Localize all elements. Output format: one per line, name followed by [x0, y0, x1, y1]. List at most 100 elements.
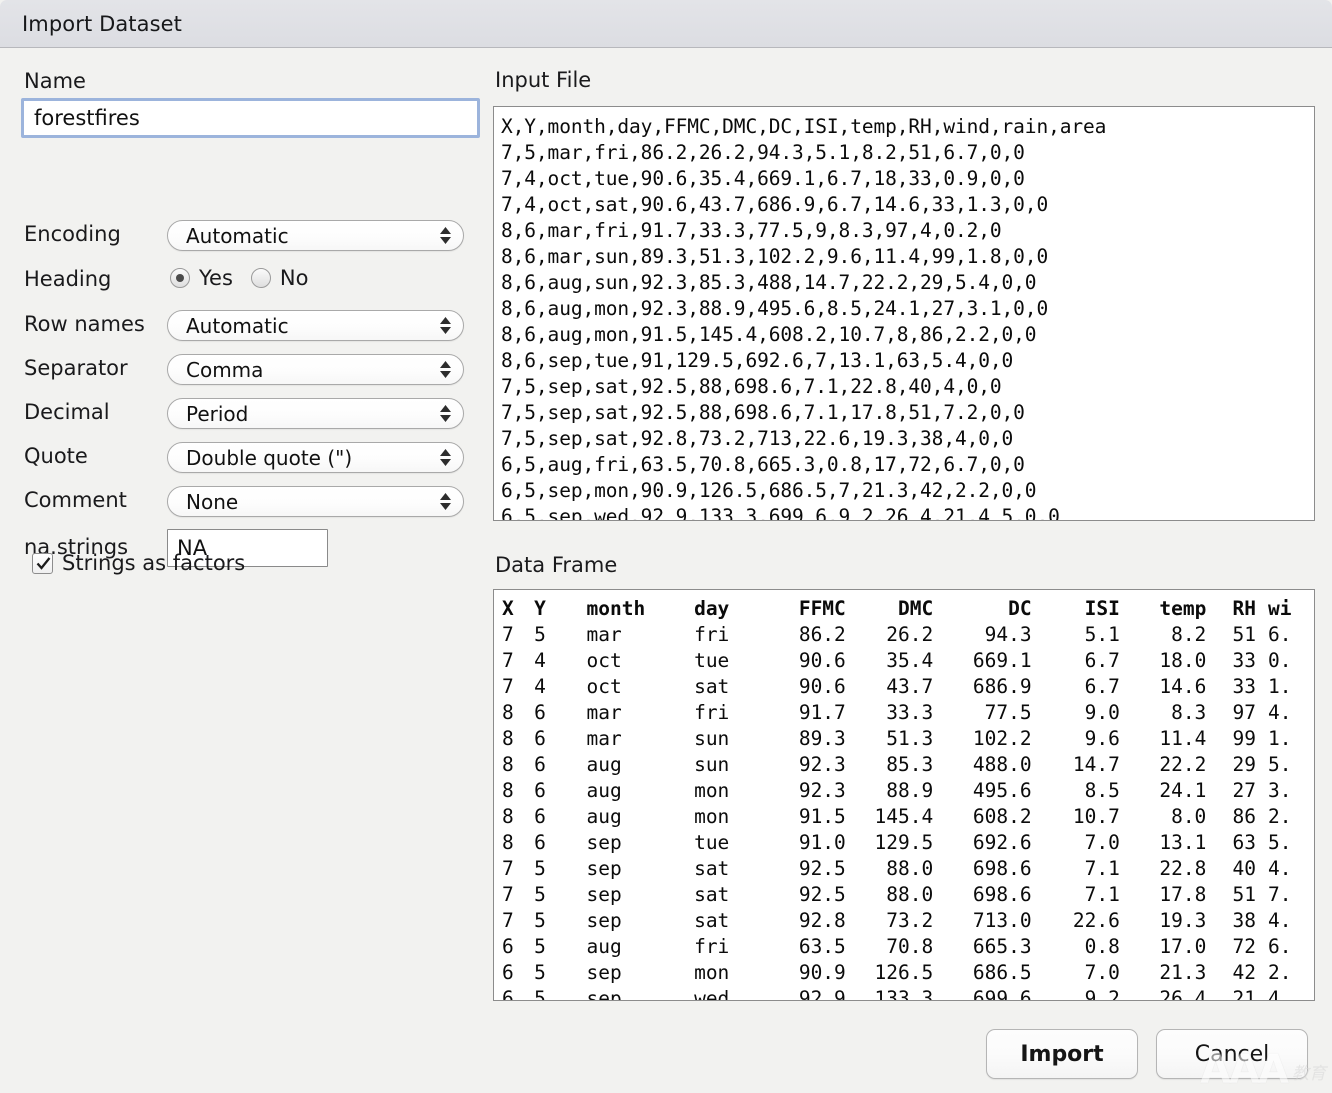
table-column-header: DC	[933, 596, 1031, 622]
table-cell: sun	[694, 752, 770, 778]
table-cell: mar	[586, 726, 694, 752]
comment-select[interactable]: None	[167, 486, 464, 517]
table-cell: 88.9	[846, 778, 933, 804]
table-cell: 4.	[1256, 908, 1314, 934]
decimal-select[interactable]: Period	[167, 398, 464, 429]
table-column-header: RH	[1206, 596, 1256, 622]
table-cell: 70.8	[846, 934, 933, 960]
encoding-select[interactable]: Automatic	[167, 220, 464, 251]
table-cell: sep	[586, 986, 694, 1001]
table-column-header: X	[498, 596, 534, 622]
table-cell: 7	[498, 622, 534, 648]
import-button[interactable]: Import	[986, 1029, 1138, 1079]
table-cell: 8	[498, 778, 534, 804]
window-title: Import Dataset	[0, 12, 182, 36]
table-cell: fri	[694, 622, 770, 648]
table-cell: fri	[694, 700, 770, 726]
table-row: 86augsun92.385.3488.014.722.2295.	[498, 752, 1314, 778]
table-cell: 24.1	[1120, 778, 1206, 804]
table-cell: 73.2	[846, 908, 933, 934]
comment-label: Comment	[24, 488, 127, 512]
table-cell: 665.3	[933, 934, 1031, 960]
dialog-body: Name Encoding Automatic Heading Yes No	[0, 49, 1332, 1092]
row-names-select[interactable]: Automatic	[167, 310, 464, 341]
table-cell: sep	[586, 830, 694, 856]
strings-as-factors-checkbox[interactable]: Strings as factors	[32, 551, 245, 575]
table-cell: 7	[498, 856, 534, 882]
heading-radio-no[interactable]: No	[251, 266, 309, 290]
table-cell: 88.0	[846, 856, 933, 882]
table-row: 86marfri91.733.377.59.08.3974.	[498, 700, 1314, 726]
table-cell: 713.0	[933, 908, 1031, 934]
table-cell: 21	[1206, 986, 1256, 1001]
table-cell: 5.	[1256, 752, 1314, 778]
table-cell: fri	[694, 934, 770, 960]
table-cell: 42	[1206, 960, 1256, 986]
encoding-label: Encoding	[24, 222, 121, 246]
table-cell: 5	[534, 908, 586, 934]
table-cell: 5.1	[1032, 622, 1120, 648]
table-row: 75sepsat92.873.2713.022.619.3384.	[498, 908, 1314, 934]
table-row: 65augfri63.570.8665.30.817.0726.	[498, 934, 1314, 960]
table-cell: 145.4	[846, 804, 933, 830]
table-cell: 63	[1206, 830, 1256, 856]
heading-radio-group: Yes No	[170, 266, 326, 290]
table-cell: 91.7	[770, 700, 845, 726]
table-cell: 8.0	[1120, 804, 1206, 830]
table-cell: 77.5	[933, 700, 1031, 726]
table-cell: 26.4	[1120, 986, 1206, 1001]
table-cell: 90.6	[770, 648, 845, 674]
table-cell: 7	[498, 882, 534, 908]
table-cell: 92.5	[770, 882, 845, 908]
table-cell: 33	[1206, 648, 1256, 674]
table-cell: 9.6	[1032, 726, 1120, 752]
table-cell: 9.0	[1032, 700, 1120, 726]
separator-label: Separator	[24, 356, 128, 380]
decimal-value: Period	[168, 402, 248, 426]
table-cell: 72	[1206, 934, 1256, 960]
decimal-label: Decimal	[24, 400, 110, 424]
table-cell: 43.7	[846, 674, 933, 700]
data-frame-label: Data Frame	[495, 553, 617, 577]
dataset-name-input[interactable]	[21, 98, 480, 138]
data-frame-preview[interactable]: XYmonthdayFFMCDMCDCISItempRHwi 75marfri8…	[493, 589, 1315, 1001]
table-cell: 686.9	[933, 674, 1031, 700]
input-file-preview[interactable]: X,Y,month,day,FFMC,DMC,DC,ISI,temp,RH,wi…	[493, 106, 1315, 521]
table-cell: 3.	[1256, 778, 1314, 804]
table-cell: 129.5	[846, 830, 933, 856]
heading-radio-yes[interactable]: Yes	[170, 266, 233, 290]
table-cell: 19.3	[1120, 908, 1206, 934]
table-cell: 5.	[1256, 830, 1314, 856]
comment-value: None	[168, 490, 238, 514]
table-cell: 7	[498, 648, 534, 674]
table-cell: 0.	[1256, 648, 1314, 674]
quote-select[interactable]: Double quote (")	[167, 442, 464, 473]
table-cell: 90.6	[770, 674, 845, 700]
table-cell: 10.7	[1032, 804, 1120, 830]
table-row: 75sepsat92.588.0698.67.117.8517.	[498, 882, 1314, 908]
table-cell: 8	[498, 830, 534, 856]
table-cell: 9.2	[1032, 986, 1120, 1001]
table-cell: 92.8	[770, 908, 845, 934]
chevron-updown-icon	[440, 361, 451, 379]
table-cell: 488.0	[933, 752, 1031, 778]
table-row: 65sepwed92.9133.3699.69.226.4214.	[498, 986, 1314, 1001]
table-cell: 5	[534, 934, 586, 960]
chevron-updown-icon	[440, 317, 451, 335]
separator-select[interactable]: Comma	[167, 354, 464, 385]
table-cell: 91.0	[770, 830, 845, 856]
table-cell: 126.5	[846, 960, 933, 986]
table-cell: mar	[586, 700, 694, 726]
table-cell: 102.2	[933, 726, 1031, 752]
table-cell: 0.8	[1032, 934, 1120, 960]
table-cell: 22.6	[1032, 908, 1120, 934]
table-cell: mon	[694, 960, 770, 986]
table-row: 86marsun89.351.3102.29.611.4991.	[498, 726, 1314, 752]
table-cell: mon	[694, 778, 770, 804]
cancel-button[interactable]: Cancel	[1156, 1029, 1308, 1079]
table-cell: 6.	[1256, 934, 1314, 960]
table-row: 86augmon92.388.9495.68.524.1273.	[498, 778, 1314, 804]
table-cell: 698.6	[933, 882, 1031, 908]
table-cell: 7.1	[1032, 856, 1120, 882]
quote-value: Double quote (")	[168, 446, 352, 470]
